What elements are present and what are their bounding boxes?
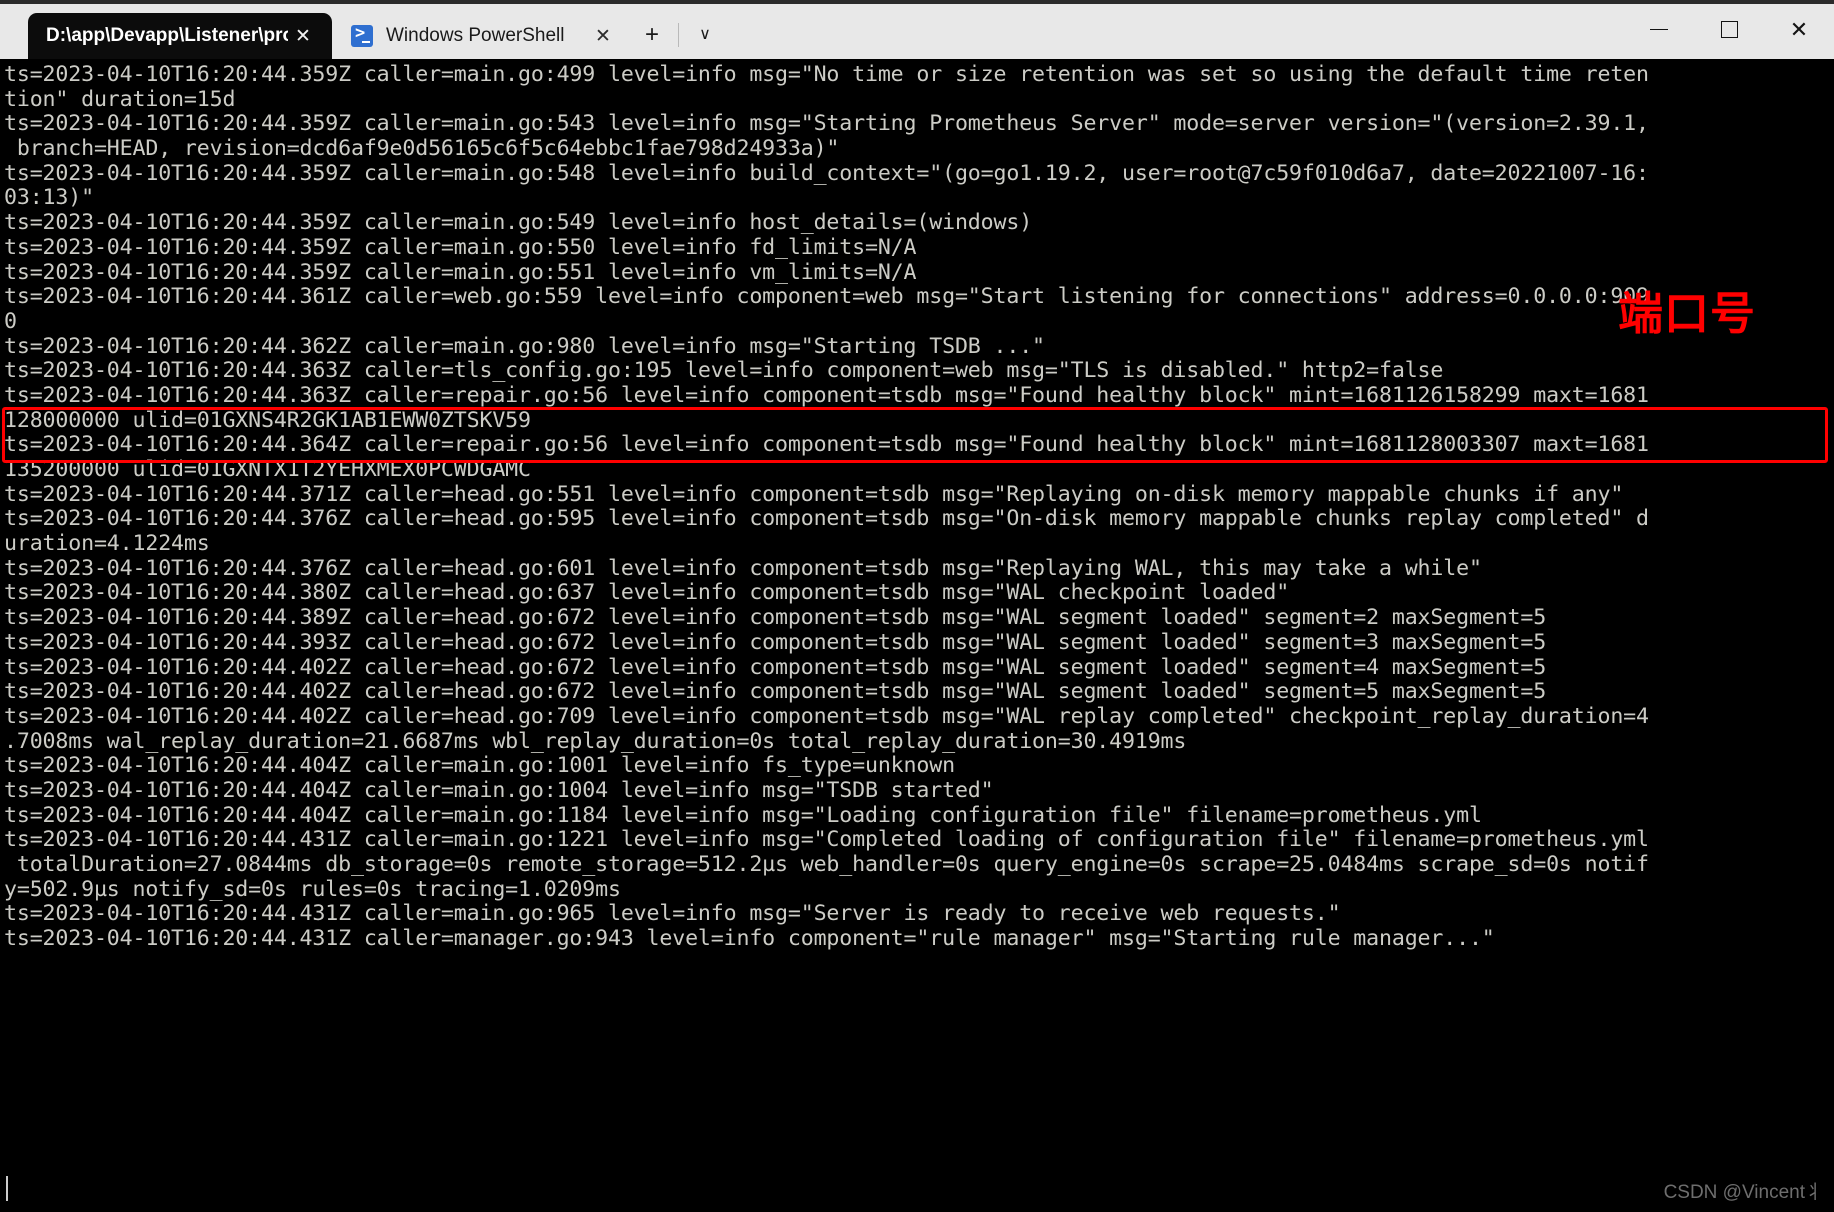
log-line: ts=2023-04-10T16:20:44.376Z caller=head.… bbox=[4, 555, 1482, 581]
powershell-icon bbox=[350, 23, 374, 48]
log-line: ts=2023-04-10T16:20:44.359Z caller=main.… bbox=[4, 210, 1033, 236]
tab-powershell[interactable]: Windows PowerShell ✕ bbox=[332, 13, 632, 59]
tab-powershell-label: Windows PowerShell bbox=[386, 25, 565, 46]
log-line: ts=2023-04-10T16:20:44.389Z caller=head.… bbox=[4, 605, 1547, 631]
close-icon: ✕ bbox=[1789, 16, 1809, 42]
log-line: ts=2023-04-10T16:20:44.393Z caller=head.… bbox=[4, 629, 1547, 655]
log-line: ts=2023-04-10T16:20:44.371Z caller=head.… bbox=[4, 481, 1624, 507]
log-line: y=502.9µs notify_sd=0s rules=0s tracing=… bbox=[4, 876, 621, 902]
minimize-icon bbox=[1650, 28, 1668, 31]
log-line: ts=2023-04-10T16:20:44.431Z caller=main.… bbox=[4, 827, 1649, 853]
log-line: ts=2023-04-10T16:20:44.364Z caller=repai… bbox=[4, 432, 1649, 458]
log-line: tion" duration=15d bbox=[4, 86, 236, 112]
log-line: ts=2023-04-10T16:20:44.359Z caller=main.… bbox=[4, 62, 1649, 87]
log-output: ts=2023-04-10T16:20:44.359Z caller=main.… bbox=[4, 62, 1834, 952]
log-line: ts=2023-04-10T16:20:44.376Z caller=head.… bbox=[4, 506, 1649, 532]
log-line: ts=2023-04-10T16:20:44.363Z caller=repai… bbox=[4, 382, 1649, 408]
log-line: ts=2023-04-10T16:20:44.362Z caller=main.… bbox=[4, 333, 1045, 359]
log-line: 0 bbox=[4, 308, 17, 334]
log-line: ts=2023-04-10T16:20:44.363Z caller=tls_c… bbox=[4, 358, 1444, 384]
log-line: ts=2023-04-10T16:20:44.361Z caller=web.g… bbox=[4, 284, 1649, 310]
log-line: ts=2023-04-10T16:20:44.380Z caller=head.… bbox=[4, 580, 1290, 606]
log-line: ts=2023-04-10T16:20:44.404Z caller=main.… bbox=[4, 753, 955, 779]
window-controls: ✕ bbox=[1624, 0, 1834, 59]
window-titlebar: D:\app\Devapp\Listener\prom ✕ Windows Po… bbox=[0, 0, 1834, 59]
watermark-label: CSDN @Vincent丬 bbox=[1663, 1182, 1824, 1203]
log-line: ts=2023-04-10T16:20:44.402Z caller=head.… bbox=[4, 654, 1547, 680]
window-close-button[interactable]: ✕ bbox=[1764, 0, 1834, 59]
log-line: uration=4.1224ms bbox=[4, 531, 210, 557]
log-line: ts=2023-04-10T16:20:44.402Z caller=head.… bbox=[4, 679, 1547, 705]
log-line: ts=2023-04-10T16:20:44.404Z caller=main.… bbox=[4, 777, 994, 803]
port-annotation-label: 端口号 bbox=[1618, 287, 1757, 340]
log-line: ts=2023-04-10T16:20:44.359Z caller=main.… bbox=[4, 234, 917, 260]
log-line: ts=2023-04-10T16:20:44.402Z caller=head.… bbox=[4, 703, 1649, 729]
log-line: branch=HEAD, revision=dcd6af9e0d56165c6f… bbox=[4, 136, 840, 162]
log-line: ts=2023-04-10T16:20:44.359Z caller=main.… bbox=[4, 111, 1649, 137]
log-line: totalDuration=27.0844ms db_storage=0s re… bbox=[4, 852, 1649, 877]
maximize-button[interactable] bbox=[1694, 0, 1764, 59]
log-line: .7008ms wal_replay_duration=21.6687ms wb… bbox=[4, 728, 1187, 754]
terminal-console[interactable]: ts=2023-04-10T16:20:44.359Z caller=main.… bbox=[0, 59, 1834, 1212]
chevron-down-icon[interactable]: ∨ bbox=[685, 13, 725, 57]
minimize-button[interactable] bbox=[1624, 0, 1694, 59]
close-icon[interactable]: ✕ bbox=[288, 21, 318, 51]
log-line: 128000000 ulid=01GXNS4R2GK1AB1EWW0ZTSKV5… bbox=[4, 407, 531, 433]
log-line: ts=2023-04-10T16:20:44.431Z caller=manag… bbox=[4, 926, 1495, 952]
tab-prometheus-label: D:\app\Devapp\Listener\prom bbox=[46, 25, 288, 46]
text-cursor bbox=[6, 1176, 8, 1201]
log-line: ts=2023-04-10T16:20:44.404Z caller=main.… bbox=[4, 802, 1482, 828]
log-line: 03:13)" bbox=[4, 185, 94, 211]
tab-prometheus[interactable]: D:\app\Devapp\Listener\prom ✕ bbox=[28, 13, 332, 59]
tab-strip: D:\app\Devapp\Listener\prom ✕ Windows Po… bbox=[0, 0, 725, 59]
log-line: ts=2023-04-10T16:20:44.359Z caller=main.… bbox=[4, 160, 1649, 186]
log-line: ts=2023-04-10T16:20:44.431Z caller=main.… bbox=[4, 901, 1341, 927]
new-tab-button[interactable]: + bbox=[632, 13, 672, 57]
log-line: 135200000 ulid=01GXNTX1T2YEHXMEX0PCWDGAM… bbox=[4, 457, 531, 482]
log-line: ts=2023-04-10T16:20:44.359Z caller=main.… bbox=[4, 259, 917, 285]
toolbar-divider bbox=[678, 23, 679, 47]
close-icon[interactable]: ✕ bbox=[588, 21, 618, 51]
maximize-icon bbox=[1720, 21, 1738, 38]
